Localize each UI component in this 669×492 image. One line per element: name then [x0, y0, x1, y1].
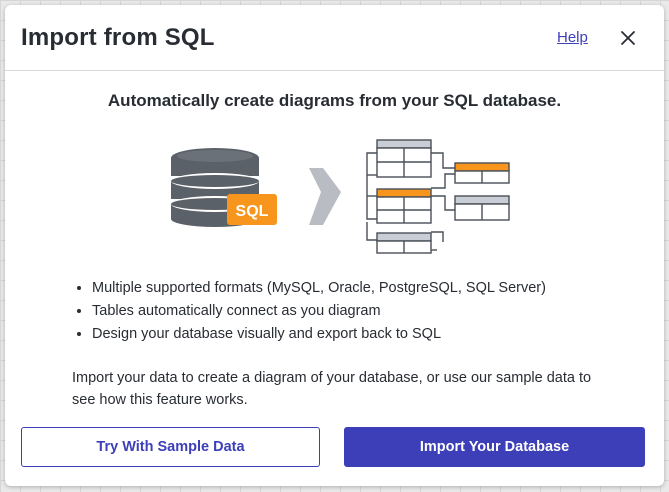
arrow-right-icon — [309, 168, 341, 225]
dialog-header: Import from SQL Help — [5, 5, 664, 71]
feature-item: Multiple supported formats (MySQL, Oracl… — [92, 277, 546, 300]
sql-import-illustration: SQL — [171, 139, 510, 254]
sql-badge-text: SQL — [236, 203, 269, 220]
feature-list: Multiple supported formats (MySQL, Oracl… — [60, 277, 546, 346]
help-link[interactable]: Help — [557, 29, 588, 46]
headline: Automatically create diagrams from your … — [107, 91, 562, 110]
schema-table — [454, 195, 510, 221]
dialog-title: Import from SQL — [21, 24, 215, 51]
schema-table — [376, 188, 432, 224]
feature-item: Design your database visually and export… — [92, 323, 546, 346]
import-sql-dialog: Import from SQL Help Automatically creat… — [5, 5, 664, 486]
description-text: Import your data to create a diagram of … — [72, 370, 592, 408]
try-sample-data-button[interactable]: Try With Sample Data — [21, 427, 320, 467]
schema-table — [454, 162, 510, 184]
close-icon[interactable] — [617, 27, 639, 49]
feature-item: Tables automatically connect as you diag… — [92, 300, 546, 323]
schema-table — [376, 232, 432, 254]
import-database-button[interactable]: Import Your Database — [344, 427, 645, 467]
sql-badge: SQL — [227, 194, 277, 225]
schema-table — [376, 139, 432, 178]
